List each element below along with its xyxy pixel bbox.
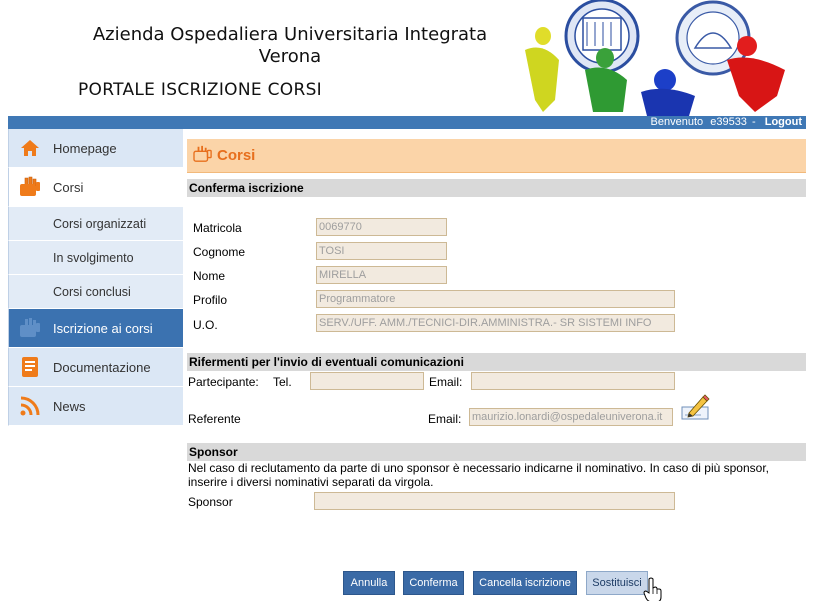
nome-label: Nome: [193, 269, 226, 283]
sponsor-field[interactable]: [314, 492, 675, 510]
courses-icon: [19, 176, 41, 198]
username-text: e39533: [710, 116, 747, 128]
sidebar-item-label: News: [53, 398, 86, 414]
sidebar-item-label: Homepage: [53, 140, 117, 156]
sidebar-item-label: Corsi organizzati: [53, 216, 147, 231]
section-header-conferma: Conferma iscrizione: [187, 179, 806, 197]
nome-field[interactable]: MIRELLA: [316, 266, 447, 284]
logout-link[interactable]: Logout: [765, 116, 802, 128]
sidebar-item-documentazione[interactable]: Documentazione: [8, 348, 183, 387]
sidebar-item-homepage[interactable]: Homepage: [8, 129, 183, 168]
conferma-button[interactable]: Conferma: [403, 571, 464, 595]
separator-text: -: [752, 116, 756, 128]
partecipante-label: Partecipante:: [188, 375, 259, 389]
sidebar-item-corsi-conclusi[interactable]: Corsi conclusi: [8, 275, 183, 309]
partecipante-email-field[interactable]: [471, 372, 675, 390]
page-header: Azienda Ospedaliera Universitaria Integr…: [0, 0, 814, 116]
sidebar-item-label: Iscrizione ai corsi: [53, 320, 153, 336]
tel-label: Tel.: [273, 375, 292, 389]
hand-cursor-icon: [643, 577, 662, 601]
enroll-icon: [19, 317, 41, 339]
rss-icon: [19, 395, 41, 417]
referente-email-label: Email:: [428, 412, 462, 426]
referente-email-field[interactable]: maurizio.lonardi@ospedaleuniverona.it: [469, 408, 673, 426]
page-title-bar: Corsi: [187, 139, 806, 173]
section-header-sponsor: Sponsor: [187, 443, 806, 461]
sidebar-item-label: In svolgimento: [53, 250, 134, 265]
university-logo-icon: [525, 0, 785, 116]
sostituisci-button[interactable]: Sostituisci: [586, 571, 648, 595]
section-header-riferimenti: Rifermenti per l'invio di eventuali comu…: [187, 353, 806, 371]
org-title-line1: Azienda Ospedaliera Universitaria Integr…: [92, 24, 488, 45]
sponsor-note-text: Nel caso di reclutamento da parte di uno…: [188, 461, 769, 489]
sidebar: Homepage Corsi Corsi organizzati In svol…: [8, 129, 183, 426]
matricola-label: Matricola: [193, 221, 242, 235]
uo-label: U.O.: [193, 318, 218, 332]
portal-title: PORTALE ISCRIZIONE CORSI: [78, 80, 322, 100]
sidebar-item-label: Corsi: [53, 179, 84, 195]
cognome-field[interactable]: TOSI: [316, 242, 447, 260]
sidebar-item-corsi-organizzati[interactable]: Corsi organizzati: [8, 207, 183, 241]
uo-field[interactable]: SERV./UFF. AMM./TECNICI-DIR.AMMINISTRA.-…: [316, 314, 675, 332]
home-icon: [19, 137, 41, 159]
organization-title: Azienda Ospedaliera Universitaria Integr…: [70, 24, 510, 68]
annulla-button[interactable]: Annulla: [343, 571, 395, 595]
profilo-field[interactable]: Programmatore: [316, 290, 675, 308]
user-bar: Benvenuto e39533 - Logout: [8, 116, 806, 129]
page-title: Corsi: [217, 147, 256, 164]
document-icon: [19, 356, 41, 378]
tel-field[interactable]: [310, 372, 424, 390]
edit-pencil-icon[interactable]: [681, 393, 711, 421]
sidebar-item-news[interactable]: News: [8, 387, 183, 426]
sidebar-item-corsi[interactable]: Corsi: [8, 168, 183, 207]
sidebar-item-iscrizione-ai-corsi[interactable]: Iscrizione ai corsi: [8, 309, 183, 348]
sidebar-item-label: Corsi conclusi: [53, 284, 131, 299]
referente-label: Referente: [188, 412, 241, 426]
partecipante-email-label: Email:: [429, 375, 463, 389]
courses-title-icon: [193, 145, 213, 166]
org-title-line2: Verona: [258, 46, 322, 67]
sponsor-label: Sponsor: [188, 495, 233, 509]
main-content: Corsi Conferma iscrizione Matricola 0069…: [187, 129, 806, 601]
welcome-text: Benvenuto: [650, 116, 704, 128]
sidebar-item-label: Documentazione: [53, 359, 151, 375]
profilo-label: Profilo: [193, 293, 228, 307]
sidebar-item-in-svolgimento[interactable]: In svolgimento: [8, 241, 183, 275]
cognome-label: Cognome: [193, 245, 246, 259]
cancella-iscrizione-button[interactable]: Cancella iscrizione: [473, 571, 577, 595]
matricola-field[interactable]: 0069770: [316, 218, 447, 236]
